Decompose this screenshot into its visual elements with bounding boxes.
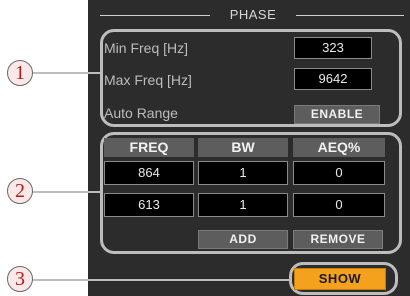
min-freq-input[interactable]: 323: [294, 37, 372, 59]
max-freq-label: Max Freq [Hz]: [104, 72, 192, 88]
add-button[interactable]: ADD: [198, 230, 288, 249]
min-freq-label: Min Freq [Hz]: [104, 40, 189, 56]
table-cell-aeq[interactable]: 0: [293, 161, 385, 185]
section-divider-right: [296, 15, 404, 16]
enable-button[interactable]: ENABLE: [294, 105, 380, 124]
section-divider-left: [100, 15, 210, 16]
callout-badge-2: 2: [7, 178, 33, 204]
column-header-aeq: AEQ%: [293, 138, 385, 157]
auto-range-label: Auto Range: [104, 105, 178, 121]
table-cell-aeq[interactable]: 0: [293, 193, 385, 217]
callout-badge-1: 1: [7, 60, 33, 86]
callout-badge-3: 3: [7, 266, 33, 292]
callout-leader-2: [32, 191, 102, 193]
show-button[interactable]: SHOW: [294, 268, 386, 290]
remove-button[interactable]: REMOVE: [293, 230, 383, 249]
callout-leader-1: [32, 72, 102, 74]
table-cell-freq[interactable]: 864: [104, 161, 194, 185]
column-header-bw: BW: [198, 138, 288, 157]
table-cell-bw[interactable]: 1: [198, 193, 288, 217]
table-cell-bw[interactable]: 1: [198, 161, 288, 185]
callout-leader-3: [32, 279, 291, 281]
table-cell-freq[interactable]: 613: [104, 193, 194, 217]
section-title: PHASE: [229, 7, 277, 22]
max-freq-input[interactable]: 9642: [294, 68, 372, 90]
column-header-freq: FREQ: [104, 138, 194, 157]
